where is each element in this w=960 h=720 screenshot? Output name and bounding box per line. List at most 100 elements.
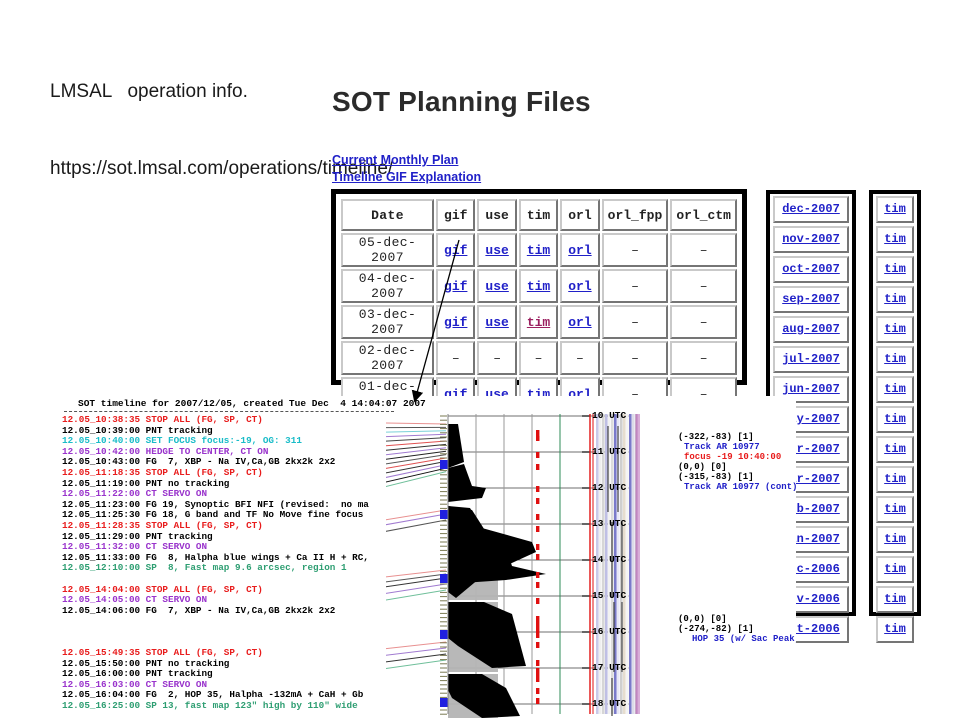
table-row: 02-dec-2007– – – – – – — [341, 341, 737, 375]
month-box: sep-2007 — [773, 286, 849, 313]
cell-tim: tim — [518, 233, 559, 267]
timeline-title-rule — [64, 411, 394, 412]
leader-lines — [386, 422, 447, 669]
cell-orl-ctm: – — [670, 341, 737, 375]
timeline-event — [62, 616, 392, 627]
timeline-event — [62, 627, 392, 638]
column-header-orl-ctm: orl_ctm — [670, 199, 737, 231]
link-gif[interactable]: gif — [444, 279, 467, 294]
month-box: oct-2007 — [773, 256, 849, 283]
link-month-tim[interactable]: tim — [884, 592, 906, 606]
month-tim-box: tim — [876, 466, 914, 493]
column-header-gif: gif — [436, 199, 476, 231]
timeline-event: 12.05_10:38:35 STOP ALL (FG, SP, CT) — [62, 414, 263, 425]
utc-tick-label: 18 UTC — [592, 698, 627, 709]
link-month-tim[interactable]: tim — [884, 232, 906, 246]
utc-tick-label: 10 UTC — [592, 410, 627, 421]
cell-use: use — [477, 233, 517, 267]
link-orl[interactable]: orl — [568, 315, 591, 330]
timeline-annotation: Track AR 10977 (cont) — [684, 482, 796, 492]
month-tim-panel: tim tim tim tim tim tim tim tim tim tim tim tim tim t… — [869, 190, 921, 643]
timeline-annotation: (0,0) [0] — [678, 614, 727, 624]
link-month-tim[interactable]: tim — [884, 352, 906, 366]
timeline-annotation: (-322,-83) [1] — [678, 432, 754, 442]
month-tim-box: tim — [876, 226, 914, 253]
timeline-annotation: focus -19 10:40:00 — [684, 452, 782, 462]
cell-gif: gif — [436, 269, 476, 303]
link-use[interactable]: use — [485, 279, 508, 294]
month-tim-box: tim — [876, 406, 914, 433]
link-month-jun-2007[interactable]: jun-2007 — [782, 382, 840, 396]
timeline-gif-image: SOT timeline for 2007/12/05, created Tue… — [56, 396, 796, 720]
cell-orl-fpp: – — [601, 269, 669, 303]
cell-date: 03-dec-2007 — [341, 305, 435, 339]
month-box: jul-2007 — [773, 346, 849, 373]
month-tim-box: tim — [876, 526, 914, 553]
cell-gif: – — [436, 341, 476, 375]
timeline-event: 12.05_12:10:00 SP 8, Fast map 9.6 arcsec… — [62, 562, 347, 574]
link-tim[interactable]: tim — [527, 279, 550, 294]
link-month-tim[interactable]: tim — [884, 502, 906, 516]
month-box: nov-2007 — [773, 226, 849, 253]
timeline-annotation: HOP 35 (w/ Sac Peak, active fi — [692, 634, 796, 644]
link-month-dec-2007[interactable]: dec-2007 — [782, 202, 840, 216]
link-month-tim[interactable]: tim — [884, 322, 906, 336]
link-month-nov-2007[interactable]: nov-2007 — [782, 232, 840, 246]
link-use[interactable]: use — [485, 243, 508, 258]
link-month-tim[interactable]: tim — [884, 262, 906, 276]
cell-orl-fpp: – — [601, 233, 669, 267]
link-orl[interactable]: orl — [568, 243, 591, 258]
cell-tim: – — [518, 341, 559, 375]
link-month-tim[interactable]: tim — [884, 382, 906, 396]
link-gif[interactable]: gif — [444, 315, 467, 330]
link-month-tim[interactable]: tim — [884, 472, 906, 486]
link-month-sep-2007[interactable]: sep-2007 — [782, 292, 840, 306]
link-month-tim[interactable]: tim — [884, 562, 906, 576]
link-month-tim[interactable]: tim — [884, 532, 906, 546]
month-tim-box: tim — [876, 376, 914, 403]
link-gif[interactable]: gif — [444, 243, 467, 258]
table-row: 04-dec-2007 gif use tim orl – – — [341, 269, 737, 303]
cell-orl: orl — [560, 233, 600, 267]
timeline-annotation: (-315,-83) [1] — [678, 472, 754, 482]
month-box: aug-2007 — [773, 316, 849, 343]
cell-gif: gif — [436, 305, 476, 339]
column-header-Date: Date — [341, 199, 435, 231]
link-month-tim[interactable]: tim — [884, 622, 906, 636]
cell-orl-ctm: – — [670, 233, 737, 267]
link-month-tim[interactable]: tim — [884, 292, 906, 306]
timeline-event-list: 12.05_10:38:35 STOP ALL (FG, SP, CT) 12.0… — [62, 414, 392, 720]
timeline-event — [62, 712, 392, 720]
utc-tick-label: 12 UTC — [592, 482, 627, 493]
cell-orl-ctm: – — [670, 305, 737, 339]
link-tim[interactable]: tim — [527, 315, 550, 330]
column-header-orl-fpp: orl_fpp — [601, 199, 669, 231]
link-month-tim[interactable]: tim — [884, 202, 906, 216]
timeline-annotation: Track AR 10977 — [684, 442, 760, 452]
month-tim-box: tim — [876, 496, 914, 523]
timeline-event: 12.05_16:25:00 SP 13, fast map 123" high… — [62, 700, 358, 712]
cell-gif: gif — [436, 233, 476, 267]
link-tim[interactable]: tim — [527, 243, 550, 258]
link-month-tim[interactable]: tim — [884, 442, 906, 456]
table-header-row: Date gif use tim orl orl_fpp orl_ctm — [341, 199, 737, 231]
month-tim-box: tim — [876, 196, 914, 223]
link-current-monthly-plan[interactable]: Current Monthly Plan — [332, 152, 481, 169]
planning-table: Date gif use tim orl orl_fpp orl_ctm 05-dec-200… — [339, 197, 739, 413]
link-month-jul-2007[interactable]: jul-2007 — [782, 352, 840, 366]
link-timeline-gif-explanation[interactable]: Timeline GIF Explanation — [332, 169, 481, 186]
link-orl[interactable]: orl — [568, 279, 591, 294]
link-use[interactable]: use — [485, 315, 508, 330]
timeline-annotation: (0,0) [0] — [678, 462, 727, 472]
cell-date: 04-dec-2007 — [341, 269, 435, 303]
time-ruler — [440, 415, 448, 715]
timeline-event — [62, 574, 392, 585]
link-month-oct-2007[interactable]: oct-2007 — [782, 262, 840, 276]
month-tim-box: tim — [876, 586, 914, 613]
timeline-title: SOT timeline for 2007/12/05, created Tue… — [78, 398, 426, 409]
link-month-aug-2007[interactable]: aug-2007 — [782, 322, 840, 336]
month-tim-box: tim — [876, 436, 914, 463]
utc-tick-label: 16 UTC — [592, 626, 627, 637]
table-row: 03-dec-2007 gif use tim orl – – — [341, 305, 737, 339]
link-month-tim[interactable]: tim — [884, 412, 906, 426]
